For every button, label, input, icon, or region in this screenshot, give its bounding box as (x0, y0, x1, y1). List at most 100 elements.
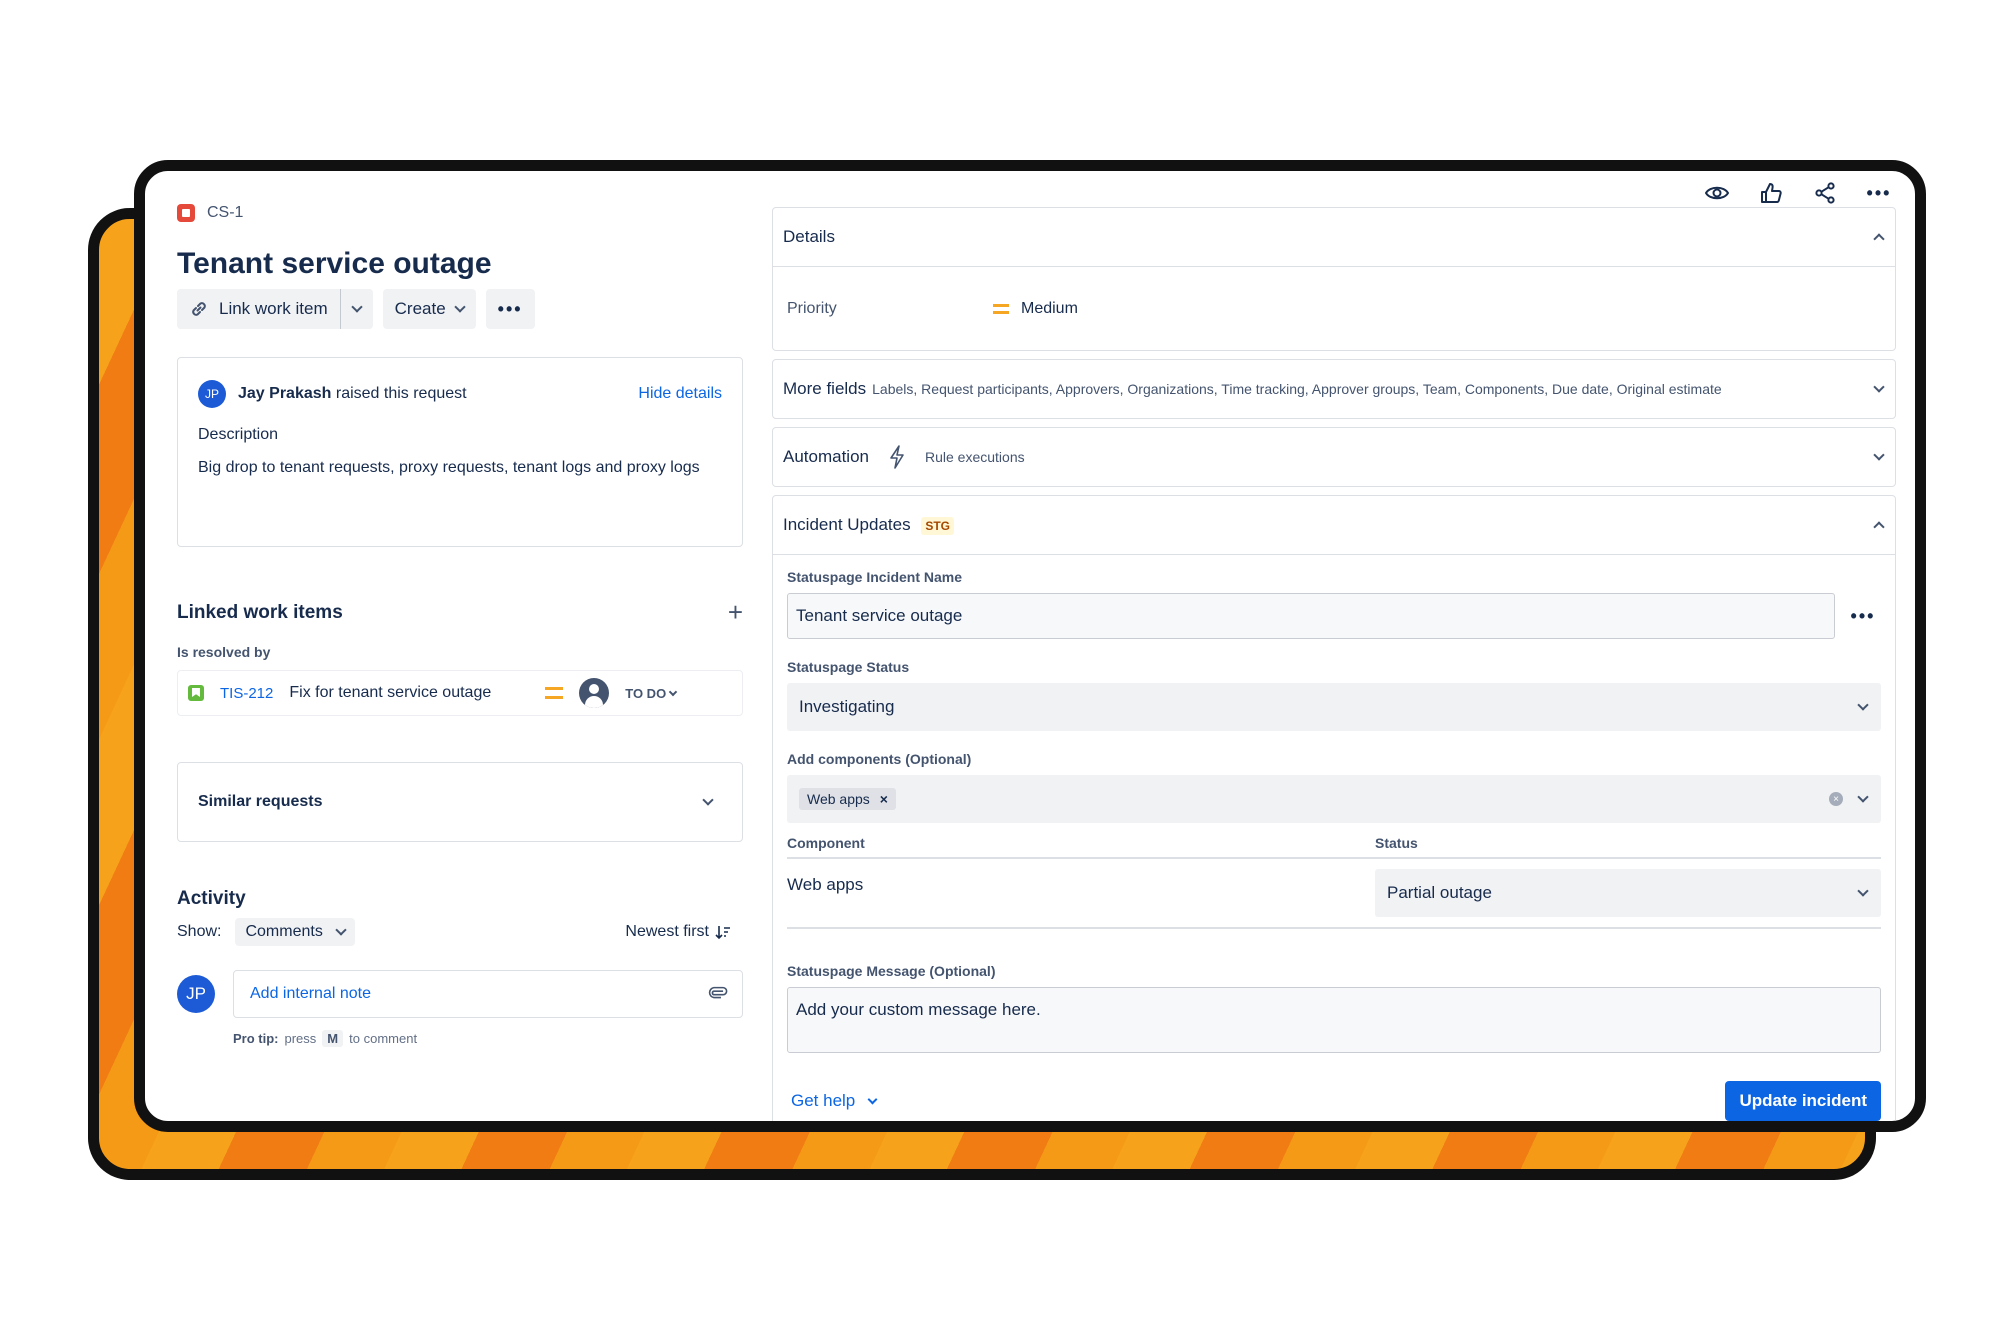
app-window: ••• CS-1 Tenant service outage Link work… (134, 160, 1926, 1132)
link-icon (192, 302, 206, 316)
component-status-select[interactable]: Partial outage (1375, 869, 1881, 917)
component-column-header: Component (787, 835, 865, 851)
similar-requests-panel[interactable]: Similar requests (177, 762, 743, 842)
issue-key[interactable]: CS-1 (207, 204, 243, 222)
link-work-item-button[interactable]: Link work item (177, 289, 340, 329)
message-label: Statuspage Message (Optional) (787, 963, 996, 979)
incident-updates-header[interactable]: Incident Updates STG (773, 496, 1895, 554)
watch-icon[interactable] (1705, 181, 1729, 205)
sort-icon (715, 926, 730, 940)
avatar[interactable]: JP (198, 380, 226, 408)
breadcrumb[interactable]: CS-1 (177, 203, 743, 223)
protip-press: press (284, 1031, 317, 1046)
status-value: Investigating (799, 697, 895, 716)
priority-field[interactable]: Medium (993, 300, 1078, 318)
sort-label: Newest first (625, 923, 709, 940)
sort-toggle[interactable]: Newest first (625, 923, 731, 941)
share-icon[interactable] (1813, 181, 1837, 205)
raised-text: raised this request (335, 385, 467, 402)
priority-value: Medium (1021, 299, 1078, 317)
automation-sub: Rule executions (925, 449, 1025, 465)
env-badge: STG (921, 517, 954, 535)
remove-tag-icon[interactable]: × (880, 791, 888, 807)
priority-medium-icon (545, 687, 564, 699)
details-panel: Details Priority Medium (772, 207, 1896, 351)
clear-icon[interactable]: × (1829, 792, 1843, 806)
description-label: Description (198, 426, 279, 443)
unassigned-avatar-icon[interactable] (579, 678, 610, 708)
linked-item-summary[interactable]: Fix for tenant service outage (289, 684, 491, 702)
issue-side-column: Details Priority Medium More fields Labe… (772, 207, 1896, 1121)
chevron-down-icon (1857, 699, 1869, 711)
get-help-label: Get help (791, 1091, 856, 1110)
similar-requests-title: Similar requests (198, 793, 323, 810)
activity-title: Activity (177, 888, 246, 909)
component-name: Web apps (787, 875, 864, 894)
linked-item-key[interactable]: TIS-212 (220, 685, 273, 702)
more-actions-button[interactable]: ••• (485, 289, 535, 329)
activity-filter-value: Comments (245, 923, 323, 940)
status-column-header: Status (1375, 835, 1418, 851)
internal-note-input[interactable]: Add internal note (233, 970, 743, 1018)
update-incident-button[interactable]: Update incident (1725, 1081, 1881, 1121)
component-tag-label: Web apps (807, 791, 870, 807)
get-help-dropdown[interactable]: Get help (787, 1091, 878, 1111)
more-icon[interactable]: ••• (1867, 181, 1891, 205)
chevron-down-icon (335, 924, 347, 936)
linked-item-row[interactable]: TIS-212 Fix for tenant service outage TO… (177, 670, 743, 716)
requester-name[interactable]: Jay Prakash (238, 385, 331, 402)
attachment-icon[interactable] (700, 978, 733, 1011)
details-header[interactable]: Details (773, 208, 1895, 266)
message-textarea[interactable]: Add your custom message here. (787, 987, 1881, 1053)
chevron-down-icon (1873, 449, 1885, 461)
show-label: Show: (177, 923, 222, 940)
more-icon[interactable]: ••• (1845, 593, 1881, 639)
story-icon (188, 685, 204, 701)
issue-toolbar: Link work item Create ••• (177, 289, 743, 329)
link-work-item-group: Link work item (177, 289, 373, 329)
chevron-down-icon (702, 794, 714, 806)
status-label: Statuspage Status (787, 659, 910, 675)
incident-name-input[interactable]: Tenant service outage (787, 593, 1835, 639)
chevron-down-icon (867, 1094, 878, 1104)
link-work-item-label: Link work item (219, 299, 328, 318)
chevron-down-icon (1873, 381, 1885, 393)
create-button[interactable]: Create (382, 289, 476, 329)
like-icon[interactable] (1759, 181, 1783, 205)
bolt-icon (890, 445, 904, 469)
add-link-icon[interactable]: + (728, 597, 743, 628)
chevron-down-icon (668, 687, 678, 696)
request-details-card: JP Jay Prakash raised this request Hide … (177, 357, 743, 547)
issue-actions: ••• (1705, 181, 1891, 205)
chevron-up-icon (1873, 521, 1885, 533)
activity-filter-select[interactable]: Comments (235, 918, 355, 946)
pro-tip: Pro tip: press M to comment (233, 1030, 743, 1047)
chevron-up-icon (1873, 233, 1885, 245)
protip-label: Pro tip: (233, 1031, 279, 1046)
table-row: Web apps Partial outage (787, 859, 1881, 929)
shortcut-key: M (322, 1030, 344, 1047)
more-fields-title: More fields (783, 379, 867, 398)
status-select[interactable]: Investigating (787, 683, 1881, 731)
priority-label: Priority (787, 299, 837, 317)
components-multiselect[interactable]: Web apps × × (787, 775, 1881, 823)
hide-details-link[interactable]: Hide details (638, 385, 722, 403)
chevron-down-icon[interactable] (1857, 791, 1869, 803)
page-title[interactable]: Tenant service outage (177, 247, 743, 281)
automation-panel[interactable]: Automation Rule executions (772, 427, 1896, 487)
avatar[interactable]: JP (177, 975, 215, 1013)
more-fields-list: Labels, Request participants, Approvers,… (872, 381, 1722, 397)
chevron-down-icon (350, 301, 363, 313)
link-relation-label: Is resolved by (177, 644, 271, 660)
more-fields-panel[interactable]: More fields Labels, Request participants… (772, 359, 1896, 419)
details-title: Details (783, 227, 835, 246)
linked-work-items-title: Linked work items (177, 601, 343, 623)
incident-updates-title: Incident Updates (783, 515, 911, 534)
description-text[interactable]: Big drop to tenant requests, proxy reque… (198, 454, 722, 482)
link-dropdown-button[interactable] (339, 289, 373, 329)
create-label: Create (394, 299, 446, 318)
components-table-header: Component Status (787, 835, 1881, 859)
issue-main-column: CS-1 Tenant service outage Link work ite… (177, 203, 743, 1047)
status-dropdown[interactable]: TO DO (625, 686, 678, 701)
priority-medium-icon (993, 303, 1009, 314)
